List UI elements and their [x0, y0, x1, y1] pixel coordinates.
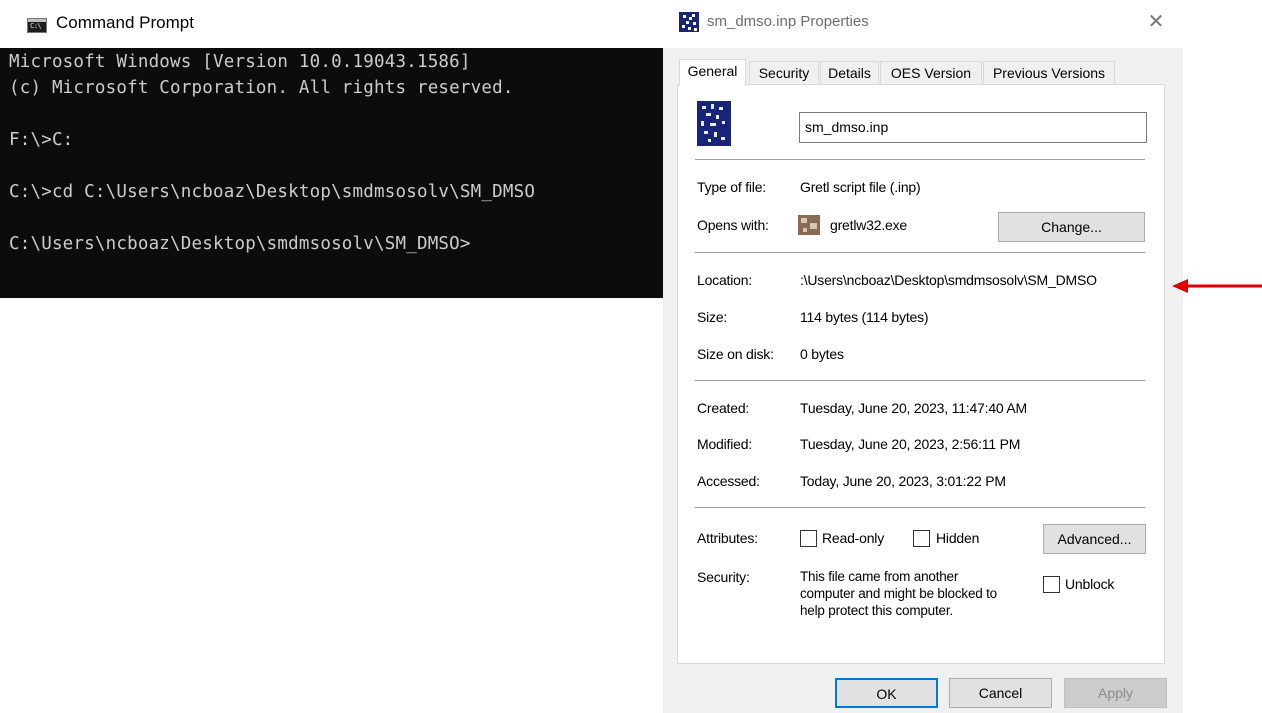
location-value[interactable]: :\Users\ncboaz\Desktop\smdmsosolv\SM_DMS…	[800, 272, 1150, 288]
console-line: (c) Microsoft Corporation. All rights re…	[9, 78, 514, 98]
console-line: C:\>cd C:\Users\ncboaz\Desktop\smdmsosol…	[9, 182, 536, 202]
accessed-value: Today, June 20, 2023, 3:01:22 PM	[800, 473, 1006, 489]
advanced-button[interactable]: Advanced...	[1043, 524, 1146, 554]
security-label: Security:	[697, 569, 750, 585]
size-on-disk-label: Size on disk:	[697, 346, 774, 362]
read-only-checkbox[interactable]	[800, 530, 817, 547]
file-type-icon	[679, 12, 699, 32]
separator	[695, 507, 1145, 508]
console-line: C:\Users\ncboaz\Desktop\smdmsosolv\SM_DM…	[9, 234, 471, 254]
console-line: Microsoft Windows [Version 10.0.19043.15…	[9, 52, 471, 72]
gretl-app-icon	[798, 215, 820, 235]
location-label: Location:	[697, 272, 753, 288]
read-only-label[interactable]: Read-only	[822, 530, 884, 546]
file-name-input[interactable]: sm_dmso.inp	[799, 112, 1147, 143]
dialog-title: sm_dmso.inp Properties	[707, 13, 869, 30]
tab-details[interactable]: Details	[820, 61, 879, 85]
unblock-checkbox[interactable]	[1043, 576, 1060, 593]
hidden-label[interactable]: Hidden	[936, 530, 979, 546]
cancel-button[interactable]: Cancel	[949, 678, 1052, 708]
apply-button[interactable]: Apply	[1064, 678, 1167, 708]
type-of-file-label: Type of file:	[697, 179, 766, 195]
separator	[695, 252, 1145, 253]
size-value: 114 bytes (114 bytes)	[800, 309, 929, 325]
annotation-arrow-icon	[1172, 279, 1262, 293]
opens-with-label: Opens with:	[697, 217, 769, 233]
modified-value: Tuesday, June 20, 2023, 2:56:11 PM	[800, 436, 1021, 452]
tab-previous-versions[interactable]: Previous Versions	[983, 61, 1115, 85]
tab-general[interactable]: General	[679, 59, 746, 86]
cmd-window-title: Command Prompt	[56, 13, 194, 32]
opens-with-value: gretlw32.exe	[830, 217, 907, 233]
security-text-line: help protect this computer.	[800, 603, 953, 618]
type-of-file-value: Gretl script file (.inp)	[800, 179, 921, 195]
attributes-label: Attributes:	[697, 530, 758, 546]
created-value: Tuesday, June 20, 2023, 11:47:40 AM	[800, 400, 1028, 416]
tab-oes-version[interactable]: OES Version	[880, 61, 982, 85]
accessed-label: Accessed:	[697, 473, 760, 489]
hidden-checkbox[interactable]	[913, 530, 930, 547]
security-text-line: computer and might be blocked to	[800, 586, 997, 601]
size-on-disk-value: 0 bytes	[800, 346, 844, 362]
security-text-line: This file came from another	[800, 569, 959, 584]
console-output[interactable]: Microsoft Windows [Version 10.0.19043.15…	[0, 48, 663, 298]
file-icon	[697, 101, 731, 146]
change-button[interactable]: Change...	[998, 212, 1145, 242]
cmd-icon-text: C:\	[30, 22, 42, 30]
tab-security[interactable]: Security	[749, 61, 819, 85]
console-line: F:\>C:	[9, 130, 74, 150]
size-label: Size:	[697, 309, 728, 325]
unblock-label[interactable]: Unblock	[1065, 576, 1114, 592]
separator	[695, 159, 1145, 160]
ok-button[interactable]: OK	[835, 678, 938, 708]
created-label: Created:	[697, 400, 750, 416]
command-prompt-icon: C:\	[27, 18, 47, 33]
separator	[695, 380, 1145, 381]
close-icon[interactable]: ✕	[1145, 10, 1167, 32]
modified-label: Modified:	[697, 436, 753, 452]
